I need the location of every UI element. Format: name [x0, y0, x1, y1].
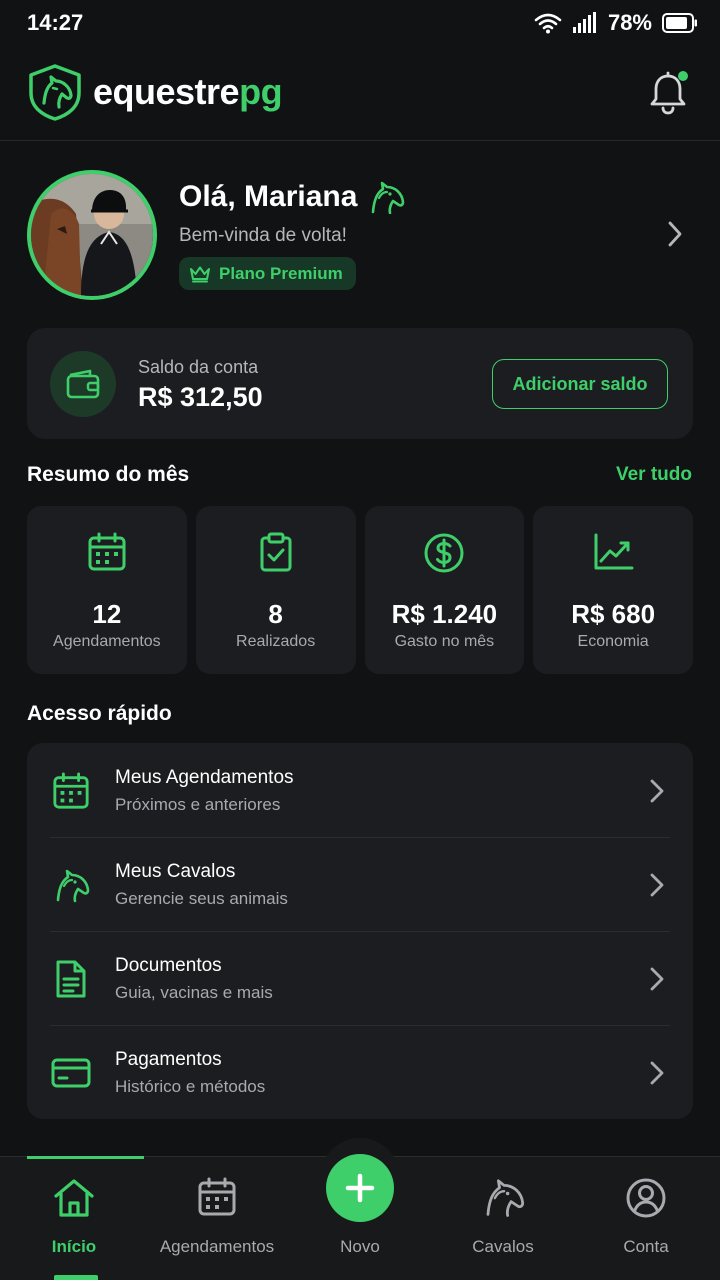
user-icon [625, 1177, 667, 1219]
chevron-right-icon [649, 966, 665, 992]
stat-card-savings[interactable]: R$ 680 Economia [533, 506, 693, 674]
stat-value: R$ 1.240 [391, 599, 498, 629]
quick-item-subtitle: Histórico e métodos [115, 1077, 266, 1096]
quick-item-title: Documentos [115, 955, 222, 976]
balance-label: Saldo da conta [138, 357, 259, 377]
calendar-icon [87, 532, 127, 572]
quick-item-subtitle: Guia, vacinas e mais [115, 983, 273, 1002]
nav-label: Agendamentos [159, 1237, 275, 1256]
nav-item-home[interactable]: Início [2, 1157, 146, 1280]
stat-label: Economia [577, 633, 649, 650]
nav-item-horses[interactable]: Cavalos [431, 1157, 575, 1280]
avatar[interactable] [27, 170, 157, 300]
calendar-icon [197, 1177, 237, 1217]
battery-icon [662, 13, 698, 33]
brand-name-accent: pg [239, 71, 283, 112]
quick-item-documents[interactable]: Documentos Guia, vacinas e mais [27, 931, 693, 1025]
balance-value: R$ 312,50 [138, 382, 263, 412]
chevron-right-icon [649, 872, 665, 898]
chevron-right-icon [649, 1060, 665, 1086]
plus-icon [345, 1173, 375, 1203]
balance-card: Saldo da conta R$ 312,50 Adicionar saldo [27, 328, 693, 439]
status-indicators: 78% [534, 10, 698, 36]
quick-item-horses[interactable]: Meus Cavalos Gerencie seus animais [27, 837, 693, 931]
status-time: 14:27 [27, 10, 84, 35]
trend-up-icon [592, 532, 634, 572]
brand-logo[interactable]: equestrepg [27, 63, 283, 121]
nav-label: Início [51, 1237, 97, 1256]
greeting: Olá, Mariana [179, 180, 405, 214]
plan-label: Plano Premium [219, 263, 343, 283]
brand-name-main: equestre [93, 71, 240, 112]
stat-value: 12 [92, 599, 122, 629]
quick-access-list: Meus Agendamentos Próximos e anteriores … [27, 743, 693, 1119]
stats-row: 12 Agendamentos 8 Realizados R$ 1.240 Ga… [27, 506, 693, 674]
profile-section[interactable]: Olá, Mariana Bem-vinda de volta! Plano P… [27, 170, 693, 300]
stat-card-completed[interactable]: 8 Realizados [195, 506, 356, 674]
horse-icon [52, 867, 90, 903]
horse-icon [481, 1177, 525, 1217]
stat-label: Agendamentos [53, 633, 161, 650]
stat-label: Realizados [236, 633, 316, 650]
quick-item-title: Meus Cavalos [115, 861, 236, 882]
greeting-text: Olá, Mariana [179, 180, 358, 213]
nav-label: Cavalos [472, 1237, 534, 1256]
status-bar: 14:27 78% [0, 0, 720, 48]
horse-shield-icon [27, 63, 83, 121]
quick-item-subtitle: Próximos e anteriores [115, 795, 281, 814]
nav-active-indicator [54, 1275, 98, 1280]
crown-icon [189, 265, 211, 283]
greeting-subtitle: Bem-vinda de volta! [179, 225, 347, 246]
calendar-icon [52, 772, 90, 810]
summary-title: Resumo do mês [27, 463, 190, 486]
stat-label: Gasto no mês [394, 633, 495, 650]
plan-badge[interactable]: Plano Premium [179, 257, 356, 290]
quick-item-payments[interactable]: Pagamentos Histórico e métodos [27, 1025, 693, 1119]
chevron-right-icon[interactable] [667, 220, 683, 248]
quick-access-title: Acesso rápido [27, 702, 172, 725]
brand-name: equestrepg [93, 71, 283, 113]
card-icon [51, 1057, 91, 1089]
wallet-icon [66, 369, 100, 399]
home-icon [52, 1177, 96, 1219]
chevron-right-icon [649, 778, 665, 804]
wallet-icon-wrap [50, 351, 116, 417]
nav-label: Novo [340, 1237, 380, 1256]
see-all-link[interactable]: Ver tudo [616, 464, 692, 486]
notification-dot [678, 71, 688, 81]
add-balance-button[interactable]: Adicionar saldo [492, 359, 668, 409]
clipboard-check-icon [256, 532, 296, 572]
stat-card-spent[interactable]: R$ 1.240 Gasto no mês [364, 506, 525, 674]
battery-percent: 78% [607, 10, 652, 35]
signal-icon [572, 12, 598, 34]
document-icon [54, 959, 88, 999]
wifi-icon [534, 12, 562, 34]
app-header: equestrepg [0, 55, 720, 141]
dollar-icon [423, 532, 465, 574]
nav-item-account[interactable]: Conta [574, 1157, 718, 1280]
quick-item-title: Meus Agendamentos [115, 767, 294, 788]
nav-label: Conta [623, 1237, 669, 1256]
stat-card-appointments[interactable]: 12 Agendamentos [27, 506, 187, 674]
horse-head-icon [367, 180, 405, 214]
quick-item-appointments[interactable]: Meus Agendamentos Próximos e anteriores [27, 743, 693, 837]
new-button[interactable] [326, 1154, 394, 1222]
notifications-button[interactable] [648, 71, 688, 115]
stat-value: R$ 680 [571, 599, 656, 629]
quick-item-title: Pagamentos [115, 1049, 222, 1070]
quick-item-subtitle: Gerencie seus animais [115, 889, 288, 908]
stat-value: 8 [268, 599, 283, 629]
nav-item-appointments[interactable]: Agendamentos [145, 1157, 289, 1280]
